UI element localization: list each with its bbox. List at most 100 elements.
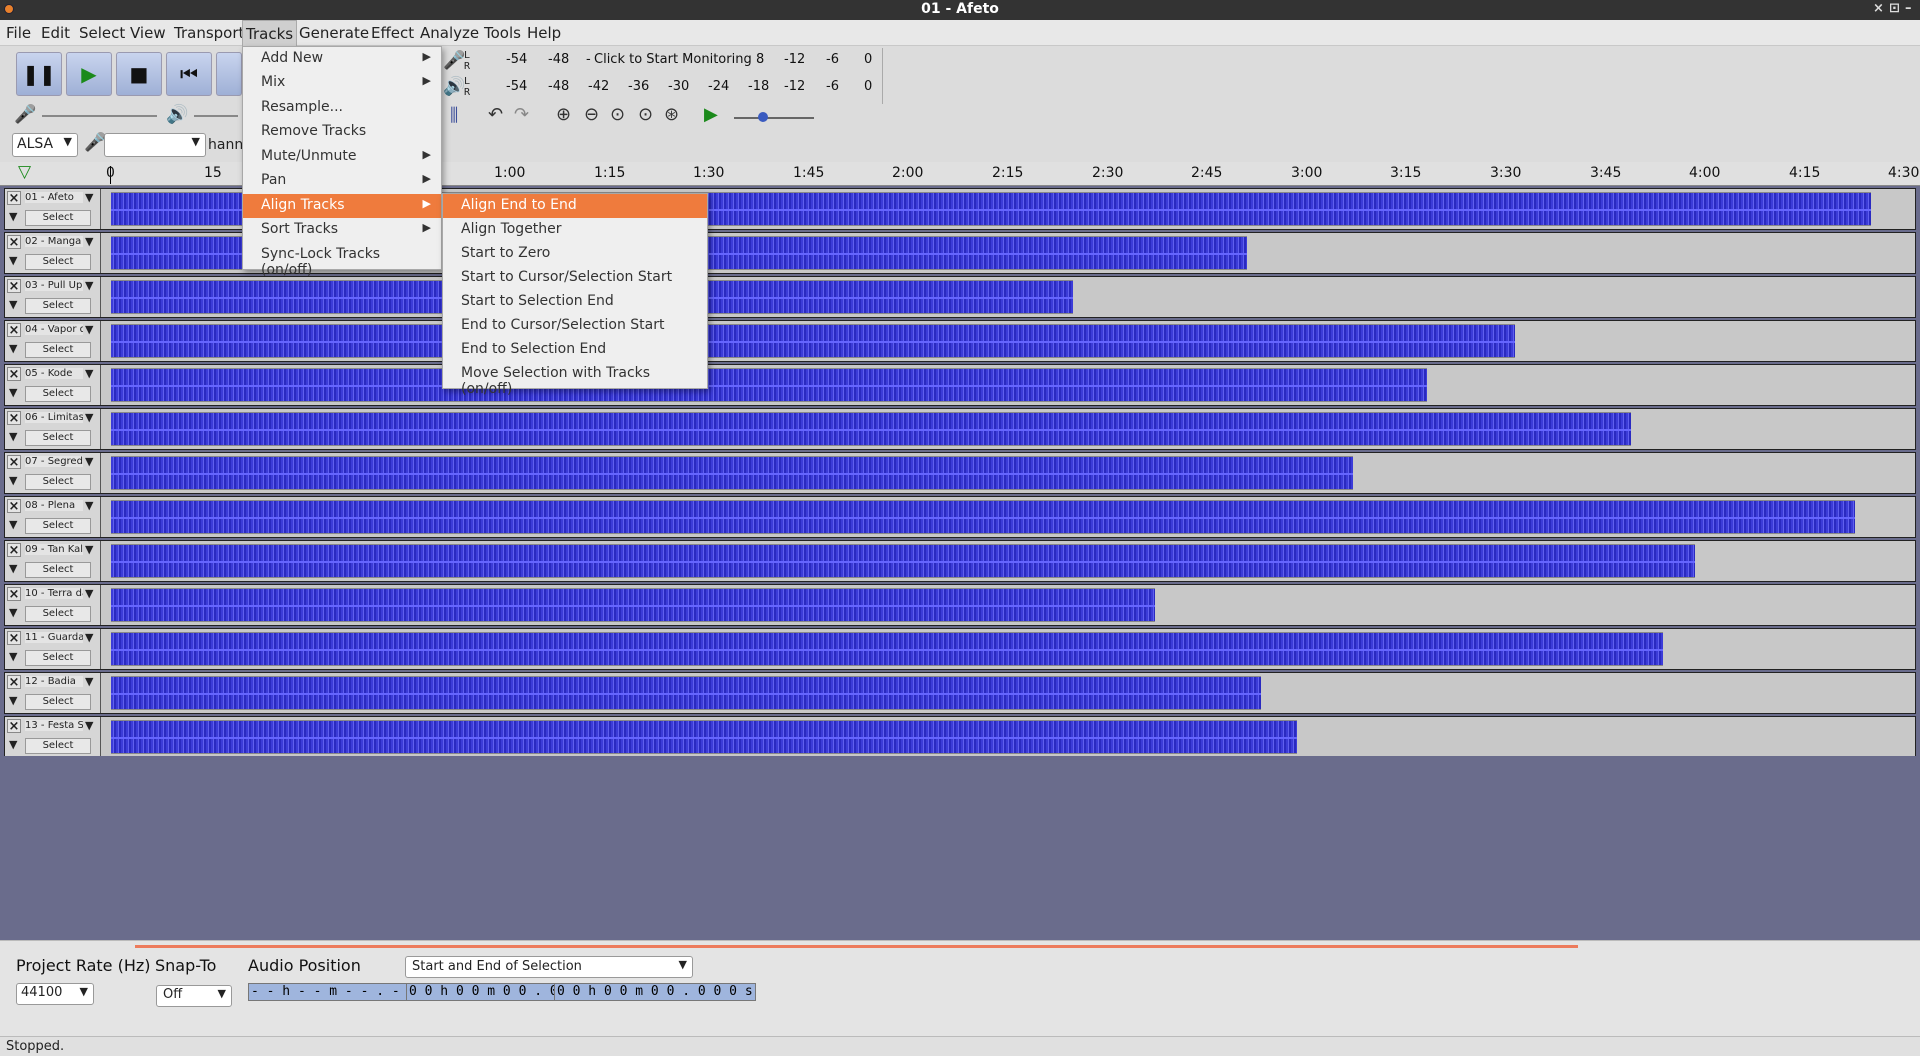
waveform[interactable] [111,324,1515,358]
menu-item-mix[interactable]: Mix ▶ [243,71,441,95]
project-rate-select[interactable]: 44100 ▼ [16,983,94,1005]
fit-selection-icon[interactable]: ⊙ [610,104,625,125]
close-track-icon[interactable]: × [7,235,21,250]
track-menu-icon[interactable]: ▼ [85,719,93,732]
select-track-button[interactable]: Select [25,518,91,534]
menu-view[interactable]: View [130,24,166,42]
playback-meter[interactable]: -54 -48 -42 -36 -30 -24 -18 -12 -6 0 [466,75,880,99]
menu-item-add-new[interactable]: Add New ▶ [243,47,441,71]
track[interactable]: × 09 - Tan Kala ▼ ▼ Select [4,540,1916,582]
audio-host-select[interactable]: ALSA ▼ [12,133,78,157]
waveform[interactable] [111,676,1261,710]
speaker-icon[interactable]: 🔊 [443,76,465,97]
select-track-button[interactable]: Select [25,342,91,358]
zoom-toggle-icon[interactable]: ⊛ [664,104,679,125]
menu-item-start-to-cursor[interactable]: Start to Cursor/Selection Start [443,266,707,290]
close-track-icon[interactable]: × [7,455,21,470]
collapse-track-icon[interactable]: ▼ [9,606,17,619]
collapse-track-icon[interactable]: ▼ [9,430,17,443]
track[interactable]: × 13 - Festa St ▼ ▼ Select [4,716,1916,758]
track-name[interactable]: 02 - Manga [25,236,83,247]
close-track-icon[interactable]: × [7,367,21,382]
menu-item-remove-tracks[interactable]: Remove Tracks [243,120,441,144]
close-track-icon[interactable]: × [7,719,21,734]
track-name[interactable]: 10 - Terra da [25,588,83,599]
track-menu-icon[interactable]: ▼ [85,367,93,380]
track-name[interactable]: 03 - Pull Up [25,280,83,291]
play-speed-thumb[interactable] [758,112,768,122]
close-track-icon[interactable]: × [7,191,21,206]
input-volume-slider[interactable] [42,115,157,117]
skip-to-start-button[interactable]: ⏮ [166,52,212,96]
track-name[interactable]: 08 - Plena [25,500,83,511]
output-volume-slider[interactable] [194,115,238,117]
waveform[interactable] [111,500,1855,534]
zoom-in-icon[interactable]: ⊕ [556,104,571,125]
track-name[interactable]: 12 - Badia [25,676,83,687]
menu-item-pan[interactable]: Pan ▶ [243,169,441,193]
track-menu-icon[interactable]: ▼ [85,235,93,248]
waveform[interactable] [111,412,1631,446]
snap-to-select[interactable]: Off ▼ [156,985,232,1007]
waveform[interactable] [111,456,1353,490]
monitoring-hint[interactable]: Click to Start Monitoring [594,52,752,67]
menu-tools[interactable]: Tools [484,24,521,42]
close-track-icon[interactable]: × [7,675,21,690]
collapse-track-icon[interactable]: ▼ [9,386,17,399]
close-track-icon[interactable]: × [7,499,21,514]
select-track-button[interactable]: Select [25,606,91,622]
collapse-track-icon[interactable]: ▼ [9,738,17,751]
menu-item-align-end-to-end[interactable]: Align End to End [443,194,707,218]
menu-item-end-to-cursor[interactable]: End to Cursor/Selection Start [443,314,707,338]
silence-audio-icon[interactable]: ⫼ [450,105,458,126]
waveform[interactable] [111,588,1155,622]
track-name[interactable]: 05 - Kode [25,368,83,379]
zoom-out-icon[interactable]: ⊖ [584,104,599,125]
menu-effect[interactable]: Effect [371,24,414,42]
play-speed-slider[interactable] [734,117,814,119]
menu-item-end-to-selection-end[interactable]: End to Selection End [443,338,707,362]
pause-button[interactable]: ❚❚ [16,52,62,96]
menu-item-start-to-zero[interactable]: Start to Zero [443,242,707,266]
track-menu-icon[interactable]: ▼ [85,675,93,688]
select-track-button[interactable]: Select [25,562,91,578]
track[interactable]: × 04 - Vapor di ▼ ▼ Select [4,320,1916,362]
skip-to-end-button[interactable] [216,52,242,96]
track[interactable]: × 08 - Plena ▼ ▼ Select [4,496,1916,538]
waveform[interactable] [111,720,1297,754]
select-track-button[interactable]: Select [25,474,91,490]
collapse-track-icon[interactable]: ▼ [9,694,17,707]
close-window-icon[interactable]: × [1873,1,1884,16]
select-track-button[interactable]: Select [25,210,91,226]
selection-end-time[interactable]: 0 0 h 0 0 m 0 0 . 0 0 0 s [554,983,756,1001]
menu-item-mute-unmute[interactable]: Mute/Unmute ▶ [243,145,441,169]
close-track-icon[interactable]: × [7,543,21,558]
track-menu-icon[interactable]: ▼ [85,499,93,512]
stop-button[interactable]: ■ [116,52,162,96]
close-track-icon[interactable]: × [7,587,21,602]
collapse-track-icon[interactable]: ▼ [9,650,17,663]
track[interactable]: × 11 - Guardar ▼ ▼ Select [4,628,1916,670]
fit-project-icon[interactable]: ⊙ [638,104,653,125]
track-menu-icon[interactable]: ▼ [85,279,93,292]
waveform[interactable] [111,544,1695,578]
track-menu-icon[interactable]: ▼ [85,455,93,468]
menu-item-start-to-selection-end[interactable]: Start to Selection End [443,290,707,314]
menu-item-resample[interactable]: Resample... [243,96,441,120]
collapse-track-icon[interactable]: ▼ [9,210,17,223]
play-button[interactable]: ▶ [66,52,112,96]
menu-item-sync-lock[interactable]: Sync-Lock Tracks (on/off) [243,243,441,278]
menu-item-align-together[interactable]: Align Together [443,218,707,242]
collapse-track-icon[interactable]: ▼ [9,474,17,487]
track-menu-icon[interactable]: ▼ [85,631,93,644]
menu-generate[interactable]: Generate [299,24,369,42]
track-name[interactable]: 07 - Segredu [25,456,83,467]
track-menu-icon[interactable]: ▼ [85,323,93,336]
menu-transport[interactable]: Transport [174,24,244,42]
select-track-button[interactable]: Select [25,738,91,754]
microphone-icon[interactable]: 🎤 [443,50,465,71]
record-meter[interactable]: -54 -48 - Click to Start Monitoring 8 -1… [466,48,880,72]
redo-icon[interactable]: ↷ [514,104,529,125]
track-panel-empty-area[interactable] [0,756,1920,940]
select-track-button[interactable]: Select [25,430,91,446]
